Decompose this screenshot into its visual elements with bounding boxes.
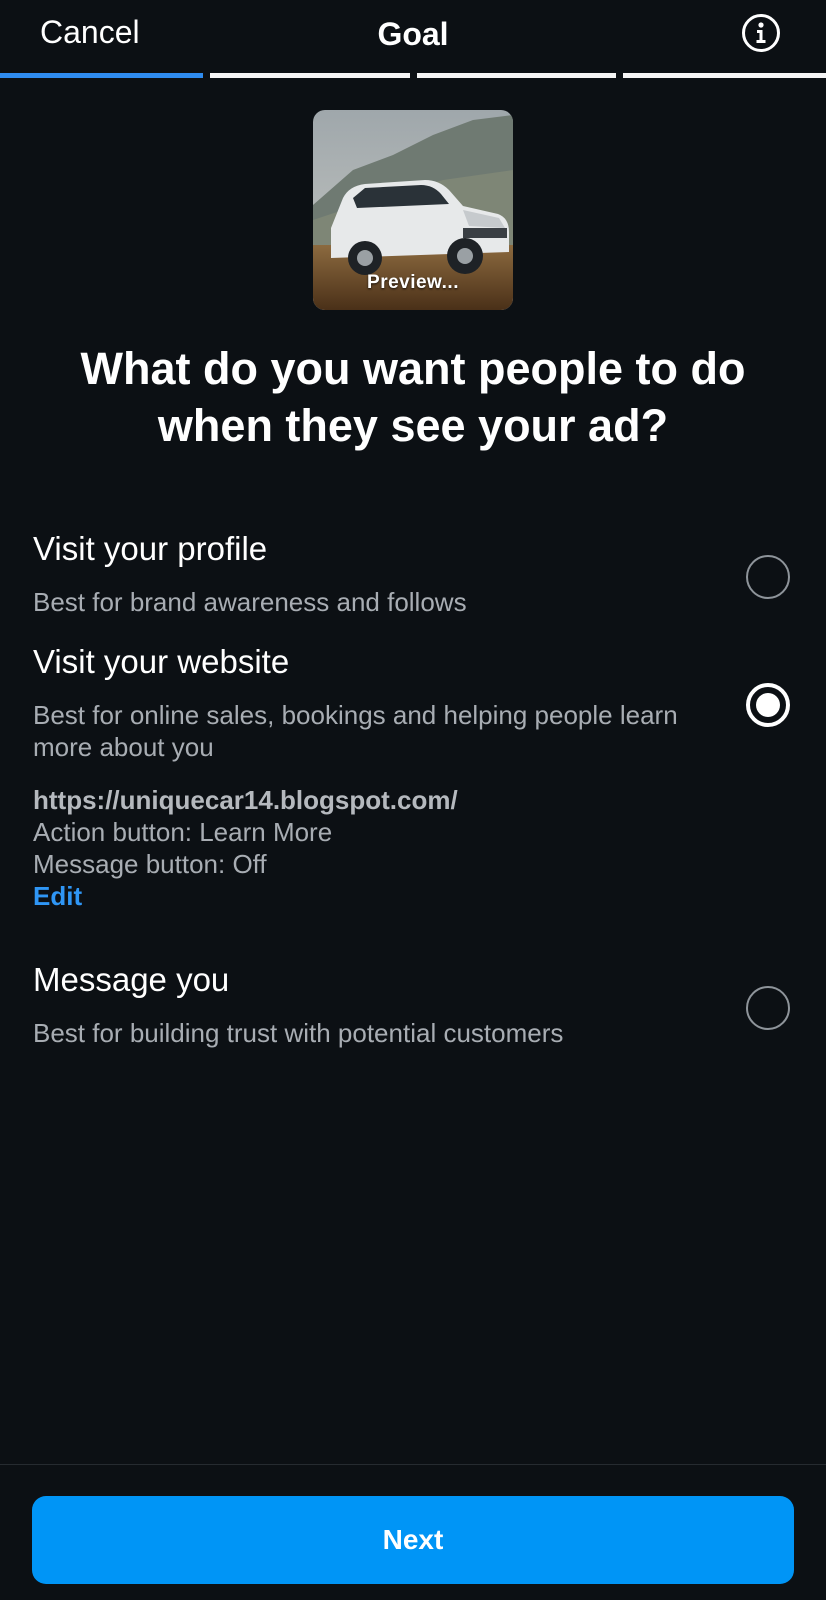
top-bar: Cancel Goal xyxy=(0,0,826,72)
progress-step-2 xyxy=(210,73,410,78)
option-description: Best for online sales, bookings and help… xyxy=(33,700,678,762)
progress-step-3 xyxy=(417,73,616,78)
option-description: Best for building trust with potential c… xyxy=(33,1018,564,1048)
next-button[interactable]: Next xyxy=(32,1496,794,1584)
option-visit-website[interactable]: Visit your website Best for online sales… xyxy=(0,643,826,763)
option-message-you[interactable]: Message you Best for building trust with… xyxy=(0,961,826,1053)
message-button-setting: Message button: Off xyxy=(33,849,267,879)
info-icon[interactable] xyxy=(741,13,781,53)
radio-message-you[interactable] xyxy=(746,986,790,1030)
option-description: Best for brand awareness and follows xyxy=(33,587,467,617)
goal-question-heading: What do you want people to do when they … xyxy=(80,343,746,451)
footer-divider xyxy=(0,1464,826,1465)
progress-step-1 xyxy=(0,73,203,78)
action-button-setting: Action button: Learn More xyxy=(33,817,333,847)
option-title: Visit your profile xyxy=(33,530,268,567)
preview-label: Preview... xyxy=(367,272,459,293)
website-details: https://uniquecar14.blogspot.com/ Action… xyxy=(33,784,458,912)
option-title: Message you xyxy=(33,961,230,998)
website-url: https://uniquecar14.blogspot.com/ xyxy=(33,785,458,815)
page-title: Goal xyxy=(377,16,449,52)
radio-visit-website[interactable] xyxy=(746,683,790,727)
edit-website-link[interactable]: Edit xyxy=(33,880,458,912)
radio-visit-profile[interactable] xyxy=(746,555,790,599)
step-progress xyxy=(0,73,826,78)
progress-step-4 xyxy=(623,73,826,78)
option-title: Visit your website xyxy=(33,643,290,680)
ad-preview-thumbnail[interactable]: Preview... xyxy=(313,110,513,310)
option-visit-profile[interactable]: Visit your profile Best for brand awaren… xyxy=(0,530,826,622)
